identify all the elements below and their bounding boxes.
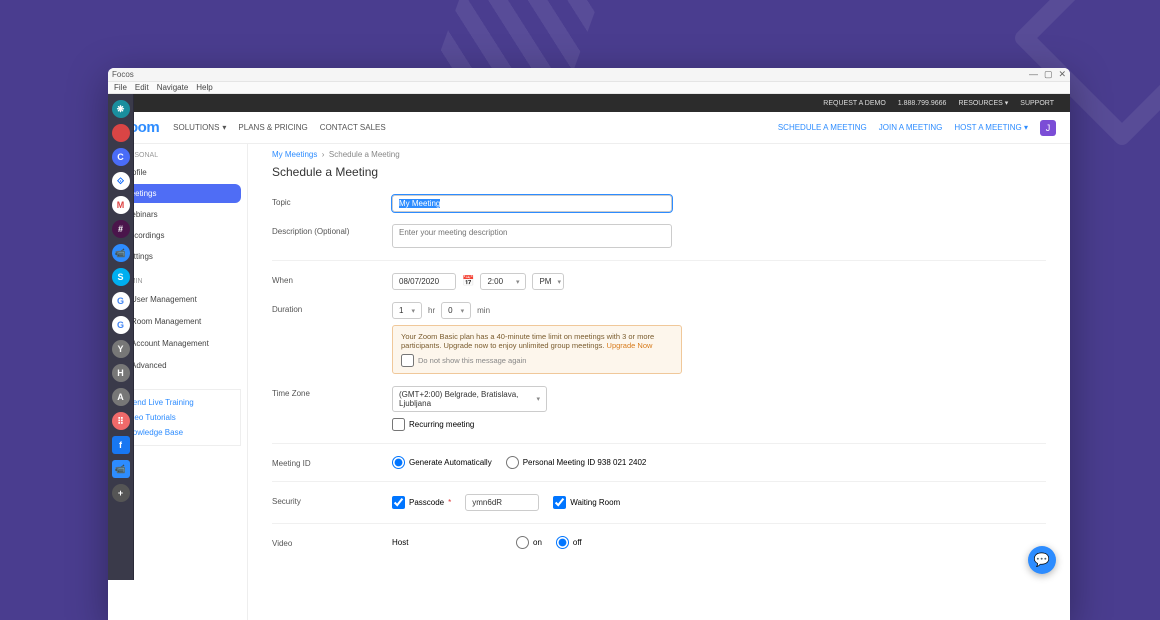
app-dock: ❋C⟐M#📹SGGYHA⠿f📹+ (108, 94, 134, 580)
window-maximize[interactable]: ▢ (1044, 69, 1053, 80)
dock-app-14[interactable]: f (112, 436, 130, 454)
breadcrumb: My Meetings › Schedule a Meeting (272, 150, 1046, 159)
dock-app-12[interactable]: A (112, 388, 130, 406)
os-menubar: File Edit Navigate Help (108, 82, 1070, 94)
upgrade-now-link[interactable]: Upgrade Now (607, 341, 653, 350)
phone-number[interactable]: 1.888.799.9666 (898, 100, 947, 107)
description-input[interactable] (392, 224, 672, 248)
support-link[interactable]: SUPPORT (1020, 100, 1054, 107)
avatar[interactable]: J (1040, 120, 1056, 136)
banner-dismiss-checkbox[interactable] (401, 354, 414, 367)
passcode-label: Passcode (409, 498, 444, 507)
page-title: Schedule a Meeting (272, 165, 1046, 179)
breadcrumb-current: Schedule a Meeting (329, 150, 400, 159)
dock-app-7[interactable]: S (112, 268, 130, 286)
dock-app-6[interactable]: 📹 (112, 244, 130, 262)
menu-navigate[interactable]: Navigate (157, 83, 189, 92)
os-titlebar: Focos — ▢ ✕ (108, 68, 1070, 82)
min-unit: min (477, 306, 490, 315)
video-host-label: Host (392, 538, 502, 547)
meeting-id-personal-label: Personal Meeting ID 938 021 2402 (523, 458, 647, 467)
duration-label: Duration (272, 302, 392, 314)
topic-input[interactable] (392, 195, 672, 212)
request-demo-link[interactable]: REQUEST A DEMO (823, 100, 886, 107)
calendar-icon[interactable]: 📅 (462, 276, 474, 287)
help-video-tutorials[interactable]: Video Tutorials (123, 413, 232, 422)
resources-menu[interactable]: RESOURCES ▾ (958, 99, 1008, 107)
video-label: Video (272, 536, 392, 548)
app-title: Focos (112, 70, 134, 79)
recurring-label: Recurring meeting (409, 420, 474, 429)
timezone-label: Time Zone (272, 386, 392, 398)
topic-label: Topic (272, 195, 392, 207)
dock-app-8[interactable]: G (112, 292, 130, 310)
main-content: My Meetings › Schedule a Meeting Schedul… (248, 144, 1070, 620)
dock-app-10[interactable]: Y (112, 340, 130, 358)
help-live-training[interactable]: Attend Live Training (123, 398, 232, 407)
nav-contact[interactable]: CONTACT SALES (320, 123, 386, 132)
sidebar-admin-heading: ADMIN (120, 278, 235, 285)
nav-plans[interactable]: PLANS & PRICING (238, 123, 307, 132)
chat-fab[interactable]: 💬 (1028, 546, 1056, 574)
meeting-id-personal-radio[interactable] (506, 456, 519, 469)
nav-solutions[interactable]: SOLUTIONS ▾ (173, 123, 226, 132)
meeting-id-auto-label: Generate Automatically (409, 458, 492, 467)
passcode-input[interactable] (465, 494, 539, 511)
meeting-id-label: Meeting ID (272, 456, 392, 468)
waiting-room-label: Waiting Room (570, 498, 620, 507)
main-header: zoom SOLUTIONS ▾ PLANS & PRICING CONTACT… (108, 112, 1070, 144)
dock-app-9[interactable]: G (112, 316, 130, 334)
banner-dismiss-label: Do not show this message again (418, 356, 526, 365)
hour-unit: hr (428, 306, 435, 315)
breadcrumb-root[interactable]: My Meetings (272, 150, 317, 159)
join-meeting-link[interactable]: JOIN A MEETING (879, 123, 943, 132)
video-host-on-radio[interactable] (516, 536, 529, 549)
timezone-select[interactable]: (GMT+2:00) Belgrade, Bratislava, Ljublja… (392, 386, 547, 412)
date-input[interactable] (392, 273, 456, 290)
meeting-id-auto-radio[interactable] (392, 456, 405, 469)
security-label: Security (272, 494, 392, 506)
dock-app-5[interactable]: # (112, 220, 130, 238)
sidebar-personal-heading: PERSONAL (120, 152, 235, 159)
dock-app-3[interactable]: ⟐ (112, 172, 130, 190)
app-window: Focos — ▢ ✕ File Edit Navigate Help REQU… (108, 68, 1070, 620)
ampm-select[interactable]: PM▾ (532, 273, 564, 290)
when-label: When (272, 273, 392, 285)
upgrade-banner: Your Zoom Basic plan has a 40-minute tim… (392, 325, 682, 374)
dock-app-4[interactable]: M (112, 196, 130, 214)
dock-app-0[interactable]: ❋ (112, 100, 130, 118)
schedule-meeting-link[interactable]: SCHEDULE A MEETING (778, 123, 867, 132)
waiting-room-checkbox[interactable] (553, 496, 566, 509)
utility-bar: REQUEST A DEMO 1.888.799.9666 RESOURCES … (108, 94, 1070, 112)
dock-app-15[interactable]: 📹 (112, 460, 130, 478)
dock-app-1[interactable] (112, 124, 130, 142)
host-meeting-menu[interactable]: HOST A MEETING ▾ (954, 123, 1028, 132)
dock-app-13[interactable]: ⠿ (112, 412, 130, 430)
dock-app-11[interactable]: H (112, 364, 130, 382)
recurring-checkbox[interactable] (392, 418, 405, 431)
duration-min-select[interactable]: 0▾ (441, 302, 471, 319)
duration-hour-select[interactable]: 1▾ (392, 302, 422, 319)
video-host-off-radio[interactable] (556, 536, 569, 549)
menu-help[interactable]: Help (196, 83, 212, 92)
window-close[interactable]: ✕ (1058, 69, 1066, 80)
time-select[interactable]: 2:00▾ (480, 273, 526, 290)
menu-edit[interactable]: Edit (135, 83, 149, 92)
dock-app-16[interactable]: + (112, 484, 130, 502)
menu-file[interactable]: File (114, 83, 127, 92)
passcode-checkbox[interactable] (392, 496, 405, 509)
description-label: Description (Optional) (272, 224, 392, 236)
help-knowledge-base[interactable]: Knowledge Base (123, 428, 232, 437)
window-minimize[interactable]: — (1029, 69, 1038, 80)
dock-app-2[interactable]: C (112, 148, 130, 166)
